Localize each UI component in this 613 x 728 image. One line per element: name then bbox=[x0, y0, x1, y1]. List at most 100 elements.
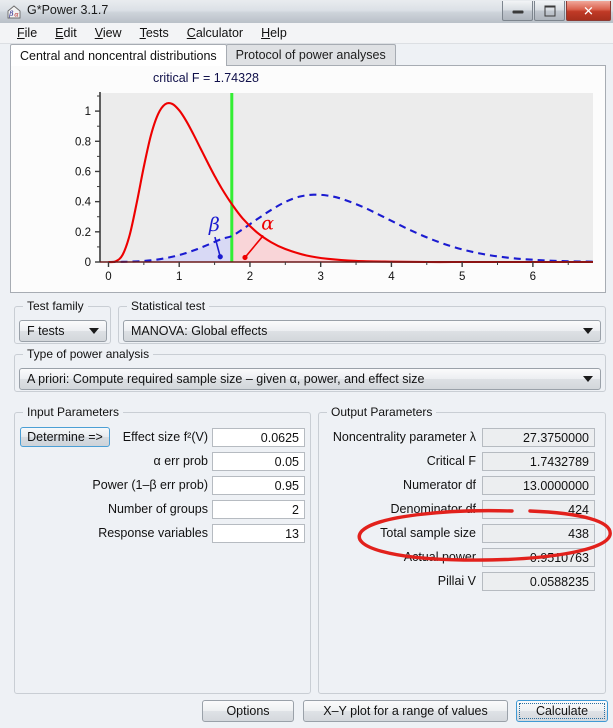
menu-item-help[interactable]: Help bbox=[252, 24, 296, 42]
gpower-window: β α G*Power 3.1.7 ✕ File Edit View Tests… bbox=[0, 0, 613, 728]
minimize-icon bbox=[512, 10, 523, 14]
tab-protocol-of-power-analyses[interactable]: Protocol of power analyses bbox=[225, 44, 396, 65]
determine-button-label: Determine => bbox=[27, 430, 103, 444]
close-button[interactable]: ✕ bbox=[566, 1, 611, 21]
calculate-button[interactable]: Calculate bbox=[516, 700, 608, 722]
determine-button[interactable]: Determine => bbox=[20, 427, 110, 447]
input-field-response-variables[interactable]: 13 bbox=[212, 524, 305, 543]
distribution-plot-panel: critical F = 1.74328 0 0.2 0.4 0.6 0.8 1 0 1 2 3 4 5… bbox=[10, 65, 606, 293]
title-bar: β α G*Power 3.1.7 ✕ bbox=[0, 0, 613, 24]
options-button[interactable]: Options bbox=[202, 700, 294, 722]
window-controls: ✕ bbox=[502, 1, 611, 21]
output-field-actual-power: 0.9510763 bbox=[482, 548, 595, 567]
input-label-effect-size: Effect size f²(V) bbox=[122, 430, 208, 444]
x-axis-tick-label: 3 bbox=[317, 271, 323, 283]
menu-label-rest: ile bbox=[24, 26, 38, 40]
y-axis-tick-label: 0.2 bbox=[75, 227, 91, 239]
chevron-down-icon bbox=[583, 376, 593, 382]
menu-mnemonic: C bbox=[186, 26, 196, 40]
svg-text:α: α bbox=[14, 10, 19, 18]
beta-annotation-label: β bbox=[208, 214, 220, 236]
output-label-critical-f: Critical F bbox=[426, 454, 476, 468]
statistical-test-value: MANOVA: Global effects bbox=[131, 324, 268, 338]
power-analysis-combo[interactable]: A priori: Compute required sample size –… bbox=[19, 368, 601, 390]
menu-item-tests[interactable]: Tests bbox=[131, 24, 178, 42]
output-parameters-legend: Output Parameters bbox=[327, 405, 437, 419]
power-analysis-value: A priori: Compute required sample size –… bbox=[27, 372, 425, 386]
menu-item-view[interactable]: View bbox=[86, 24, 131, 42]
input-field-effect-size[interactable]: 0.0625 bbox=[212, 428, 305, 447]
tab-label: Central and noncentral distributions bbox=[20, 48, 217, 63]
menu-mnemonic: F bbox=[17, 26, 25, 40]
x-axis-tick-label: 2 bbox=[247, 271, 253, 283]
input-field-alpha-err-prob[interactable]: 0.05 bbox=[212, 452, 305, 471]
test-family-combo[interactable]: F tests bbox=[19, 320, 107, 342]
y-axis-tick-label: 1 bbox=[85, 106, 91, 118]
statistical-test-combo[interactable]: MANOVA: Global effects bbox=[123, 320, 601, 342]
tab-label: Protocol of power analyses bbox=[235, 48, 386, 62]
x-axis-tick-label: 1 bbox=[176, 271, 182, 283]
menu-label-rest: alculator bbox=[195, 26, 244, 40]
xy-plot-button[interactable]: X–Y plot for a range of values bbox=[303, 700, 508, 722]
x-axis-tick-label: 5 bbox=[459, 271, 465, 283]
options-button-label: Options bbox=[226, 704, 270, 718]
tab-strip: Central and noncentral distributions Pro… bbox=[10, 44, 606, 66]
input-field-number-of-groups[interactable]: 2 bbox=[212, 500, 305, 519]
close-icon: ✕ bbox=[583, 3, 594, 18]
output-field-pillai-v: 0.0588235 bbox=[482, 572, 595, 591]
output-field-numerator-df: 13.0000000 bbox=[482, 476, 595, 495]
chevron-down-icon bbox=[583, 328, 593, 334]
menu-mnemonic: E bbox=[55, 26, 64, 40]
input-field-power[interactable]: 0.95 bbox=[212, 476, 305, 495]
menu-mnemonic: V bbox=[94, 26, 103, 40]
tab-central-and-noncentral-distributions[interactable]: Central and noncentral distributions bbox=[10, 44, 227, 66]
statistical-test-legend: Statistical test bbox=[127, 299, 210, 313]
menu-item-edit[interactable]: Edit bbox=[46, 24, 86, 42]
menu-item-calculator[interactable]: Calculator bbox=[178, 24, 252, 42]
input-parameters-legend: Input Parameters bbox=[23, 405, 124, 419]
x-axis-tick-label: 4 bbox=[388, 271, 395, 283]
output-field-total-sample-size: 438 bbox=[482, 524, 595, 543]
alpha-annotation-label: α bbox=[261, 213, 274, 235]
test-family-value: F tests bbox=[27, 324, 65, 338]
output-label-numerator-df: Numerator df bbox=[403, 478, 476, 492]
y-axis-tick-label: 0.8 bbox=[75, 136, 91, 148]
maximize-icon bbox=[544, 5, 555, 16]
chevron-down-icon bbox=[89, 328, 99, 334]
output-label-total-sample-size: Total sample size bbox=[380, 526, 476, 540]
minimize-button[interactable] bbox=[502, 1, 533, 21]
gpower-app-icon: β α bbox=[7, 5, 21, 19]
menu-mnemonic: H bbox=[261, 26, 271, 40]
focus-ring bbox=[519, 703, 605, 719]
output-field-noncentrality-parameter: 27.3750000 bbox=[482, 428, 595, 447]
distribution-plot-svg: critical F = 1.74328 0 0.2 0.4 0.6 0.8 1 0 1 2 3 4 5… bbox=[75, 71, 594, 283]
y-axis-tick-label: 0 bbox=[85, 257, 91, 269]
power-analysis-legend: Type of power analysis bbox=[23, 347, 154, 361]
menu-label-rest: ests bbox=[145, 26, 169, 40]
menu-label-rest: dit bbox=[63, 26, 77, 40]
xy-plot-button-label: X–Y plot for a range of values bbox=[323, 704, 488, 718]
window-title: G*Power 3.1.7 bbox=[27, 3, 109, 17]
y-axis-tick-label: 0.6 bbox=[75, 166, 91, 178]
output-label-noncentrality-parameter: Noncentrality parameter λ bbox=[332, 430, 476, 444]
input-label-alpha-err-prob: α err prob bbox=[153, 454, 208, 468]
test-family-legend: Test family bbox=[23, 299, 88, 313]
menu-label-rest: elp bbox=[270, 26, 287, 40]
x-axis-tick-label: 0 bbox=[105, 271, 111, 283]
input-label-power: Power (1–β err prob) bbox=[92, 478, 208, 492]
output-label-pillai-v: Pillai V bbox=[437, 574, 476, 588]
y-axis-tick-label: 0.4 bbox=[75, 197, 92, 209]
menu-item-file[interactable]: File bbox=[8, 24, 46, 42]
output-field-critical-f: 1.7432789 bbox=[482, 452, 595, 471]
output-field-denominator-df: 424 bbox=[482, 500, 595, 519]
menu-label-rest: iew bbox=[102, 26, 122, 40]
output-label-denominator-df: Denominator df bbox=[390, 502, 476, 516]
input-label-response-variables: Response variables bbox=[98, 526, 208, 540]
input-label-number-of-groups: Number of groups bbox=[107, 502, 208, 516]
menu-bar: File Edit View Tests Calculator Help bbox=[0, 23, 613, 44]
output-label-actual-power: Actual power bbox=[403, 550, 476, 564]
distribution-chart: critical F = 1.74328 0 0.2 0.4 0.6 0.8 1 0 1 2 3 4 5… bbox=[11, 66, 605, 292]
x-axis-tick-label: 6 bbox=[530, 271, 536, 283]
chart-title: critical F = 1.74328 bbox=[153, 71, 259, 85]
maximize-button[interactable] bbox=[534, 1, 565, 21]
